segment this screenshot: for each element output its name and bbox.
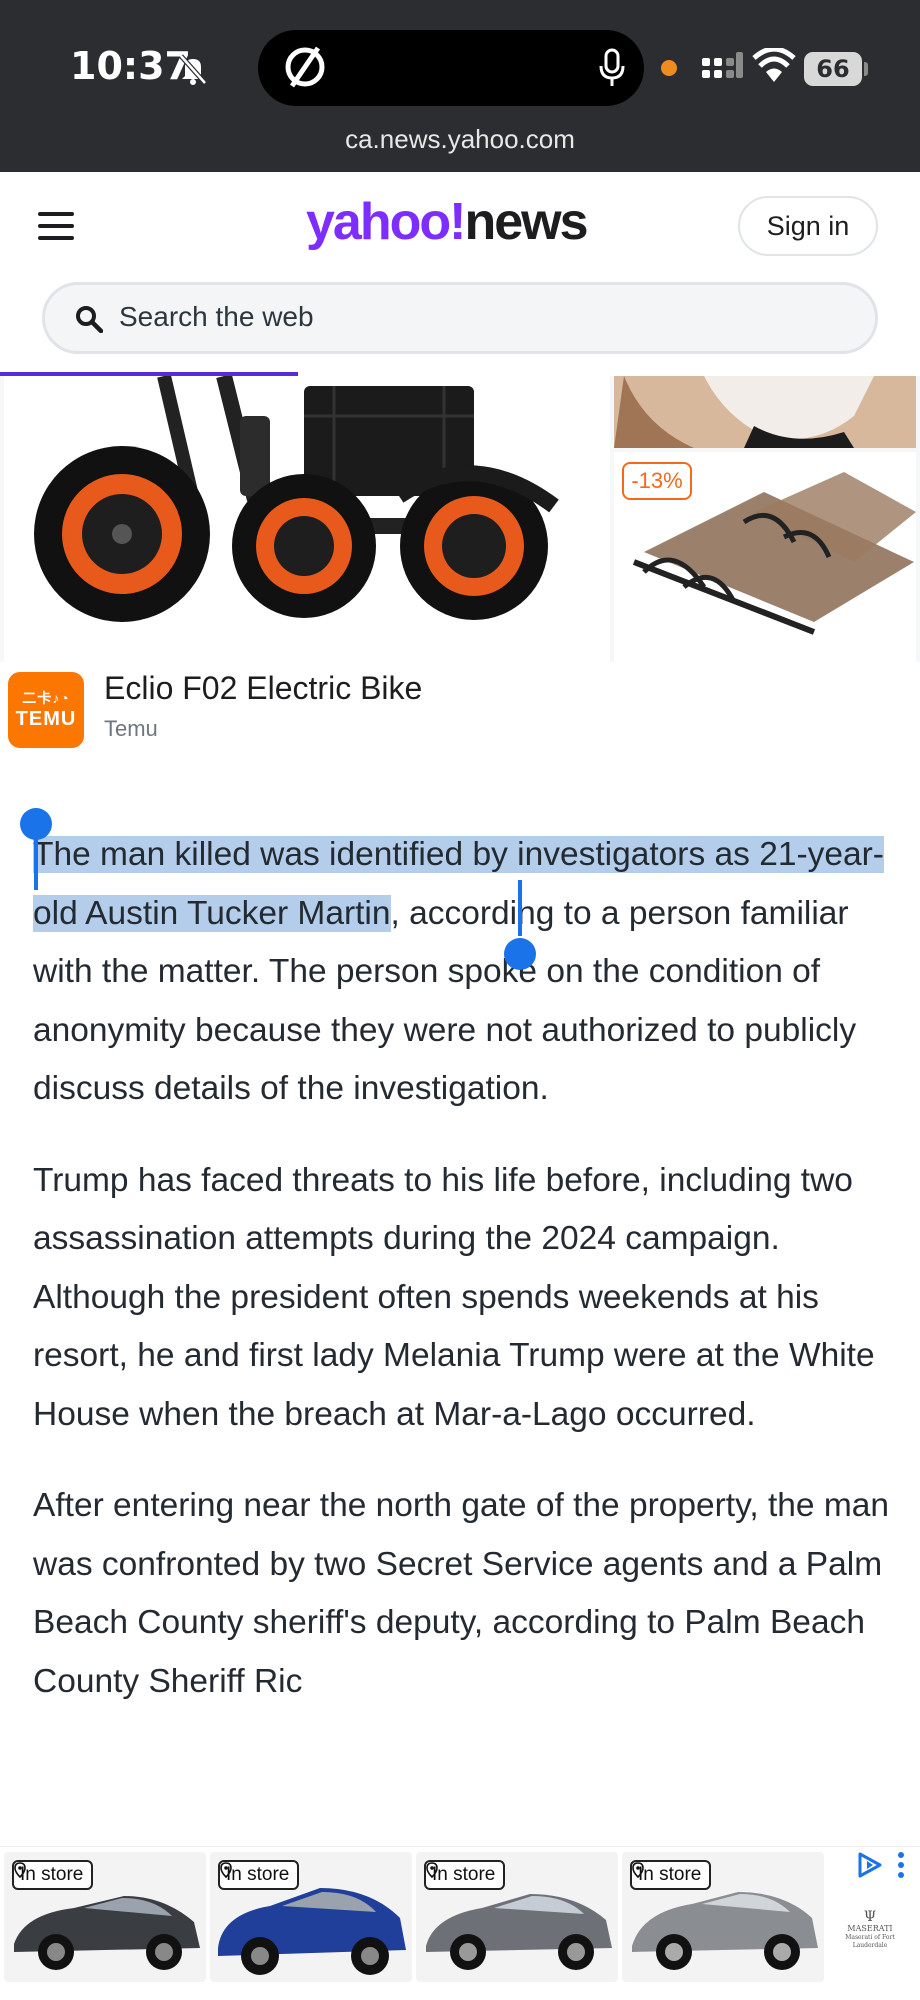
in-store-badge: In store <box>424 1860 506 1890</box>
sign-in-button[interactable]: Sign in <box>738 196 878 256</box>
article-paragraph: After entering near the north gate of th… <box>33 1487 890 1700</box>
car-ad-card[interactable]: In store <box>210 1852 412 1982</box>
ad-advertiser: Temu <box>104 716 158 741</box>
car-ad-card[interactable]: In store <box>622 1852 824 1982</box>
ad-title[interactable]: Eclio F02 Electric Bike <box>104 670 422 707</box>
ad-hair-image[interactable] <box>614 376 916 448</box>
menu-icon[interactable] <box>38 212 74 240</box>
location-pin-icon <box>14 1862 26 1878</box>
battery-icon: 66 <box>804 52 862 86</box>
search-placeholder: Search the web <box>119 301 314 332</box>
location-pin-icon <box>426 1862 438 1878</box>
status-time: 10:37 <box>70 44 191 88</box>
battery-tip <box>864 62 868 76</box>
recording-dot <box>661 60 677 76</box>
location-pin-icon <box>220 1862 232 1878</box>
article-body: The man killed was identified by investi… <box>33 826 893 1744</box>
trident-icon: Ψ <box>863 1909 877 1925</box>
adchoices-icon[interactable] <box>856 1852 884 1878</box>
in-store-badge: In store <box>12 1860 94 1890</box>
article-paragraph: Trump has faced threats to his life befo… <box>33 1161 875 1433</box>
wifi-icon <box>752 48 796 82</box>
in-store-badge: In store <box>218 1860 300 1890</box>
mic-icon <box>599 48 625 86</box>
in-store-badge: In store <box>630 1860 712 1890</box>
car-ad-card[interactable]: In store <box>416 1852 618 1982</box>
selection-end-handle[interactable] <box>504 938 536 970</box>
search-input[interactable]: Search the web <box>42 282 878 354</box>
discount-badge: -13% <box>622 462 692 500</box>
maserati-logo: Ψ MASERATI Maserati of Fort Lauderdale <box>842 1910 898 1950</box>
selection-start-handle[interactable] <box>20 808 52 840</box>
url-bar[interactable]: ca.news.yahoo.com <box>0 124 920 155</box>
car-ad-card[interactable]: In store <box>4 1852 206 1982</box>
location-pin-icon <box>632 1862 644 1878</box>
yahoo-news-logo[interactable]: yahoo!news <box>306 192 589 252</box>
article-paragraph: The man killed was identified by investi… <box>33 826 893 1119</box>
signal-icon <box>702 52 743 78</box>
selection-end-bar <box>518 880 522 936</box>
ad-bike-image[interactable] <box>4 376 610 662</box>
nothing-glyph-icon <box>285 46 325 88</box>
ad-options-icon[interactable] <box>896 1852 906 1880</box>
search-icon <box>76 306 103 333</box>
bell-slash-icon <box>179 54 207 85</box>
temu-logo: 二卡♪◔ TEMU <box>8 672 84 748</box>
